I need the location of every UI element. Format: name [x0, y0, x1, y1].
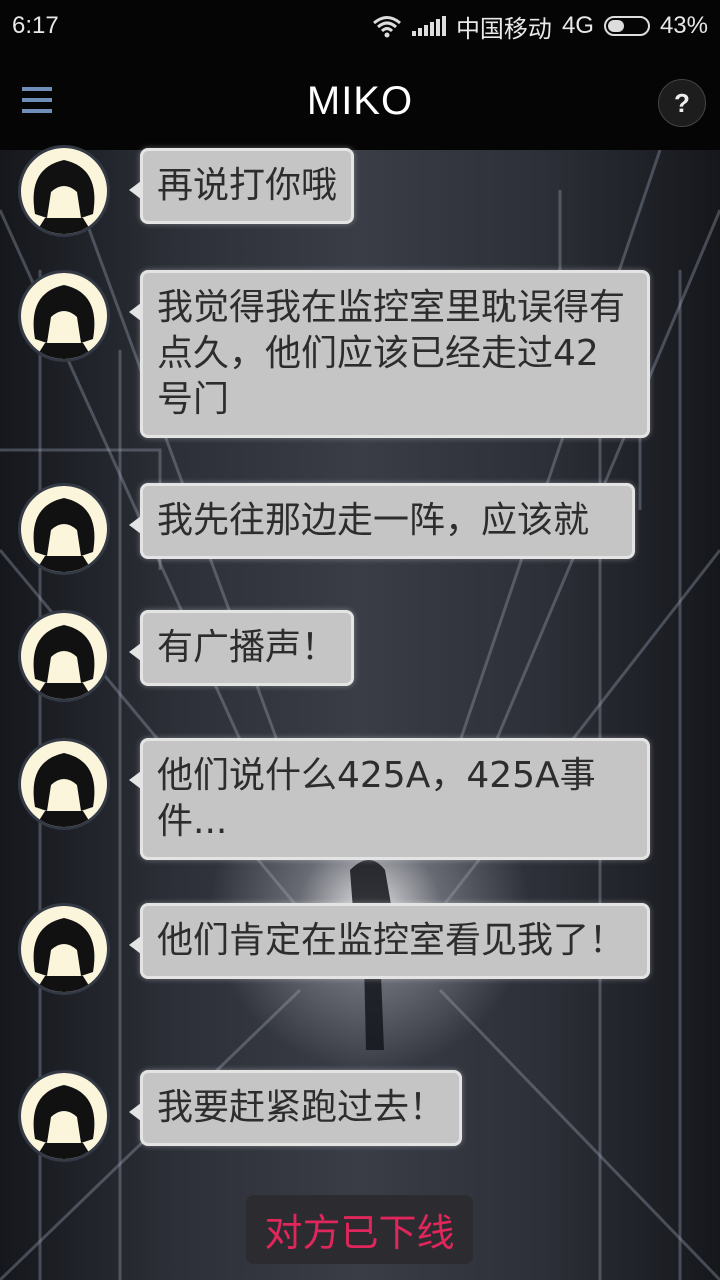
hamburger-menu-icon[interactable]	[22, 87, 52, 120]
status-time: 6:17	[12, 12, 59, 39]
avatar-portrait-icon	[33, 753, 95, 827]
avatar-portrait-icon	[33, 285, 95, 359]
avatar[interactable]	[18, 1070, 110, 1162]
status-indicators: 中国移动 4G 43%	[372, 9, 708, 44]
question-mark-icon: ?	[674, 87, 690, 118]
message-bubble: 再说打你哦	[128, 148, 355, 224]
message-text: 他们说什么425A，425A事件...	[157, 755, 596, 842]
avatar[interactable]	[18, 270, 110, 362]
carrier-name: 中国移动	[455, 15, 552, 43]
help-button[interactable]: ?	[658, 79, 706, 127]
avatar-portrait-icon	[33, 918, 95, 992]
message-text: 我先往那边走一阵，应该就	[157, 500, 590, 541]
avatar[interactable]	[18, 145, 110, 237]
avatar[interactable]	[18, 738, 110, 830]
message-text: 我觉得我在监控室里耽误得有点久，他们应该已经走过42号门	[157, 287, 626, 420]
message-bubble: 我要赶紧跑过去！	[128, 1070, 463, 1146]
message-text: 再说打你哦	[157, 165, 338, 206]
avatar[interactable]	[18, 903, 110, 995]
offline-status-text: 对方已下线	[264, 1211, 455, 1255]
message-text: 有广播声！	[157, 627, 338, 668]
network-type: 4G	[561, 12, 594, 39]
avatar-portrait-icon	[33, 160, 95, 234]
chat-title: MIKO	[306, 78, 414, 123]
message-bubble: 我觉得我在监控室里耽误得有点久，他们应该已经走过42号门	[129, 270, 650, 438]
avatar[interactable]	[18, 610, 110, 702]
avatar-portrait-icon	[33, 498, 95, 572]
offline-status-badge: 对方已下线	[246, 1195, 473, 1264]
avatar-portrait-icon	[33, 625, 95, 699]
message-bubble: 他们说什么425A，425A事件...	[129, 738, 650, 860]
avatar[interactable]	[18, 483, 110, 575]
wifi-icon	[372, 16, 401, 38]
avatar-portrait-icon	[33, 1085, 95, 1159]
message-bubble: 他们肯定在监控室看见我了！	[129, 903, 650, 979]
message-text: 我要赶紧跑过去！	[157, 1087, 446, 1128]
message-text: 他们肯定在监控室看见我了！	[157, 920, 626, 961]
message-bubble: 有广播声！	[128, 610, 355, 686]
signal-icon	[411, 16, 446, 36]
message-bubble: 我先往那边走一阵，应该就	[129, 483, 635, 559]
battery-percent: 43%	[659, 12, 708, 39]
status-bar: 6:17 中国移动 4G 43%	[0, 0, 720, 52]
app-bar: MIKO ?	[0, 52, 720, 150]
battery-icon	[603, 16, 650, 36]
battery-fill	[607, 20, 625, 32]
